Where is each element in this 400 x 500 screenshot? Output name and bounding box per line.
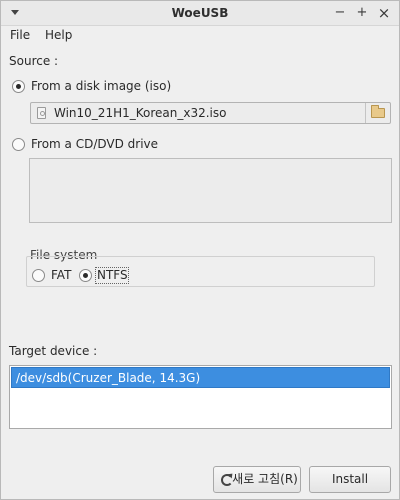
- filesystem-group: [26, 256, 375, 287]
- source-heading: Source :: [9, 54, 59, 68]
- install-label: Install: [331, 472, 369, 486]
- iso-path-field[interactable]: Win10_21H1_Korean_x32.iso: [30, 102, 391, 124]
- menu-bar: File Help: [1, 26, 399, 46]
- disk-image-radio[interactable]: [12, 80, 25, 93]
- fat-radio[interactable]: [32, 269, 45, 282]
- disk-icon: [37, 107, 46, 119]
- disk-image-label[interactable]: From a disk image (iso): [31, 79, 171, 93]
- browse-button[interactable]: [365, 103, 390, 123]
- ntfs-radio[interactable]: [79, 269, 92, 282]
- menu-help[interactable]: Help: [45, 28, 72, 42]
- ntfs-label[interactable]: NTFS: [97, 268, 128, 282]
- cd-drive-radio[interactable]: [12, 138, 25, 151]
- woeusb-window: WoeUSB − + × File Help Source : From a d…: [0, 0, 400, 500]
- install-button[interactable]: Install: [309, 466, 391, 493]
- target-device-list[interactable]: /dev/sdb(Cruzer_Blade, 14.3G): [9, 365, 392, 429]
- menu-file[interactable]: File: [10, 28, 30, 42]
- refresh-label: 새로 고침(R): [232, 472, 298, 486]
- refresh-icon: [221, 474, 233, 486]
- target-device-label: /dev/sdb(Cruzer_Blade, 14.3G): [16, 371, 201, 385]
- target-heading: Target device :: [9, 344, 98, 358]
- iso-path-text: Win10_21H1_Korean_x32.iso: [54, 106, 227, 120]
- title-bar[interactable]: WoeUSB − + ×: [1, 1, 399, 26]
- close-button[interactable]: ×: [375, 4, 393, 22]
- target-device-row[interactable]: /dev/sdb(Cruzer_Blade, 14.3G): [11, 367, 390, 388]
- fat-label[interactable]: FAT: [51, 268, 71, 282]
- maximize-button[interactable]: +: [353, 4, 371, 22]
- refresh-button[interactable]: 새로 고침(R): [213, 466, 301, 493]
- minimize-button[interactable]: −: [331, 4, 349, 22]
- cd-drive-list[interactable]: [29, 158, 392, 223]
- folder-icon: [371, 105, 385, 118]
- cd-drive-label[interactable]: From a CD/DVD drive: [31, 137, 158, 151]
